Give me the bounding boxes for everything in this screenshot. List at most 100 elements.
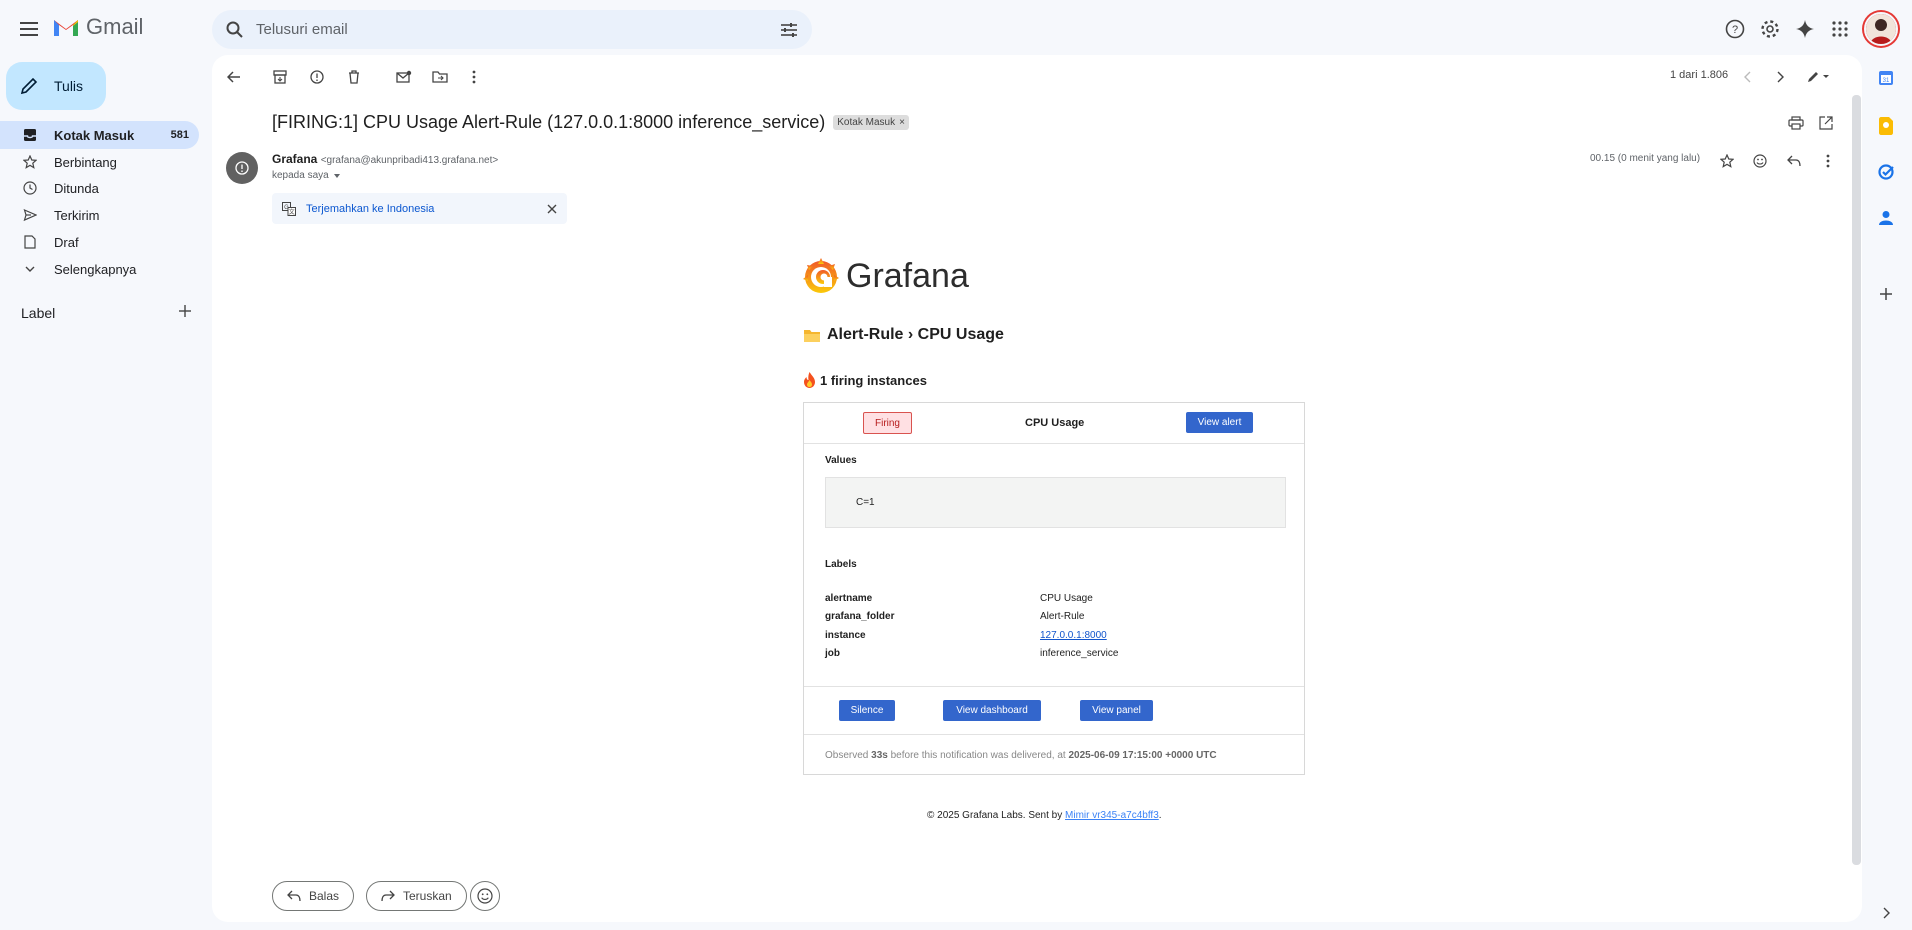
search-icon[interactable] (226, 21, 244, 39)
scrollbar[interactable] (1852, 95, 1861, 865)
footer-link[interactable]: Mimir vr345-a7c4bff3 (1065, 810, 1159, 821)
contacts-app-button[interactable] (1876, 208, 1896, 228)
alert-name: CPU Usage (1025, 417, 1085, 429)
recipient-label: kepada saya (272, 170, 329, 181)
newer-button[interactable] (1736, 65, 1760, 89)
show-side-panel-button[interactable] (1876, 903, 1896, 923)
tasks-app-button[interactable] (1876, 162, 1896, 182)
open-new-window-button[interactable] (1814, 111, 1838, 135)
report-spam-button[interactable] (305, 65, 329, 89)
sender-avatar[interactable] (226, 152, 258, 184)
observed-note: Observed 33s before this notification wa… (825, 750, 1217, 761)
svg-text:31: 31 (1883, 78, 1890, 84)
grafana-logo: Grafana (802, 256, 969, 296)
add-label-button[interactable] (176, 302, 194, 320)
trash-icon (349, 70, 359, 84)
chip-label: Kotak Masuk (837, 117, 896, 128)
sidebar-item-more[interactable]: Selengkapnya (0, 255, 199, 283)
calendar-app-button[interactable]: 31 (1876, 68, 1896, 88)
view-alert-button[interactable]: View alert (1186, 412, 1253, 433)
pencil-icon (20, 77, 38, 95)
gmail-m-icon (54, 20, 78, 36)
sidebar-item-starred[interactable]: Berbintang (0, 148, 199, 176)
labels-heading: Labels (825, 559, 857, 570)
alert-header-row: Firing CPU Usage View alert (804, 403, 1304, 444)
view-panel-button[interactable]: View panel (1080, 700, 1153, 721)
chevron-left-icon (1744, 71, 1751, 83)
close-icon[interactable]: × (899, 117, 905, 128)
close-icon[interactable] (547, 204, 557, 214)
forward-icon (381, 890, 395, 902)
reply-button[interactable] (1782, 149, 1806, 173)
chevron-right-icon (1777, 71, 1784, 83)
inbox-chip[interactable]: Kotak Masuk × (833, 115, 909, 130)
sidebar-item-sent[interactable]: Terkirim (0, 201, 199, 229)
values-text: C=1 (856, 497, 875, 508)
gmail-logo[interactable]: Gmail (52, 14, 143, 40)
settings-button[interactable] (1755, 14, 1785, 44)
help-icon: ? (1725, 19, 1745, 39)
footer-end: . (1158, 810, 1162, 821)
input-tools-button[interactable] (1804, 65, 1834, 89)
sidebar-item-drafts[interactable]: Draf (0, 228, 199, 256)
firing-count: 1 firing instances (820, 372, 927, 388)
archive-button[interactable] (268, 65, 292, 89)
compose-button[interactable]: Tulis (6, 62, 106, 110)
emoji-reaction-button[interactable] (470, 881, 500, 911)
mark-unread-button[interactable] (392, 65, 416, 89)
recipient-toggle[interactable]: kepada saya (272, 170, 341, 181)
mail-unread-icon (396, 70, 412, 83)
more-actions-button[interactable] (462, 65, 486, 89)
folder-icon (804, 329, 820, 342)
pagination-text: 1 dari 1.806 (1670, 69, 1729, 81)
help-button[interactable]: ? (1720, 14, 1750, 44)
forward-button[interactable]: Teruskan (366, 881, 467, 911)
grafana-swirl-icon (803, 258, 839, 293)
sidebar-item-label: Kotak Masuk (54, 127, 135, 143)
sparkle-icon (1796, 20, 1814, 38)
label-value: CPU Usage (1040, 593, 1093, 604)
instance-link[interactable]: 127.0.0.1:8000 (1040, 630, 1107, 641)
label-value: 127.0.0.1:8000 (1040, 630, 1107, 641)
silence-button[interactable]: Silence (839, 700, 895, 721)
unread-count: 581 (170, 129, 189, 141)
sender-name[interactable]: Grafana (272, 152, 317, 166)
search-bar[interactable]: Telusuri email (212, 10, 812, 49)
sidebar-item-inbox[interactable]: Kotak Masuk 581 (0, 121, 199, 149)
report-icon (310, 70, 324, 84)
caret-down-icon (333, 173, 340, 178)
values-heading: Values (825, 455, 857, 466)
view-dashboard-button[interactable]: View dashboard (943, 700, 1041, 721)
get-addons-button[interactable] (1876, 284, 1896, 304)
star-button[interactable] (1715, 149, 1739, 173)
plus-icon (1880, 288, 1892, 300)
emoji-icon (477, 888, 493, 904)
move-to-button[interactable] (428, 65, 452, 89)
search-options-icon[interactable] (780, 22, 798, 38)
delete-button[interactable] (342, 65, 366, 89)
message-more-button[interactable] (1816, 149, 1840, 173)
reply-button[interactable]: Balas (272, 881, 355, 911)
message-subject: [FIRING:1] CPU Usage Alert-Rule (127.0.0… (272, 112, 826, 132)
back-button[interactable] (222, 65, 246, 89)
status-badge: Firing (863, 412, 912, 434)
search-input[interactable]: Telusuri email (256, 21, 780, 38)
gemini-button[interactable] (1790, 14, 1820, 44)
sidebar-item-snoozed[interactable]: Ditunda (0, 174, 199, 202)
apps-button[interactable] (1825, 14, 1855, 44)
avatar[interactable] (1864, 12, 1898, 46)
more-vert-icon (1826, 154, 1830, 168)
react-emoji-button[interactable] (1748, 149, 1772, 173)
forward-label: Teruskan (403, 889, 452, 903)
folder-move-icon (432, 71, 448, 83)
calendar-icon: 31 (1879, 71, 1893, 85)
arrow-left-icon (227, 71, 240, 83)
sidebar-item-label: Draf (54, 234, 79, 250)
label-key: job (825, 648, 840, 659)
older-button[interactable] (1768, 65, 1792, 89)
main-menu-button[interactable] (14, 13, 46, 45)
keep-app-button[interactable] (1876, 116, 1896, 136)
print-button[interactable] (1784, 111, 1808, 135)
open-in-new-icon (1819, 116, 1833, 130)
translate-link[interactable]: Terjemahkan ke Indonesia (306, 203, 547, 215)
